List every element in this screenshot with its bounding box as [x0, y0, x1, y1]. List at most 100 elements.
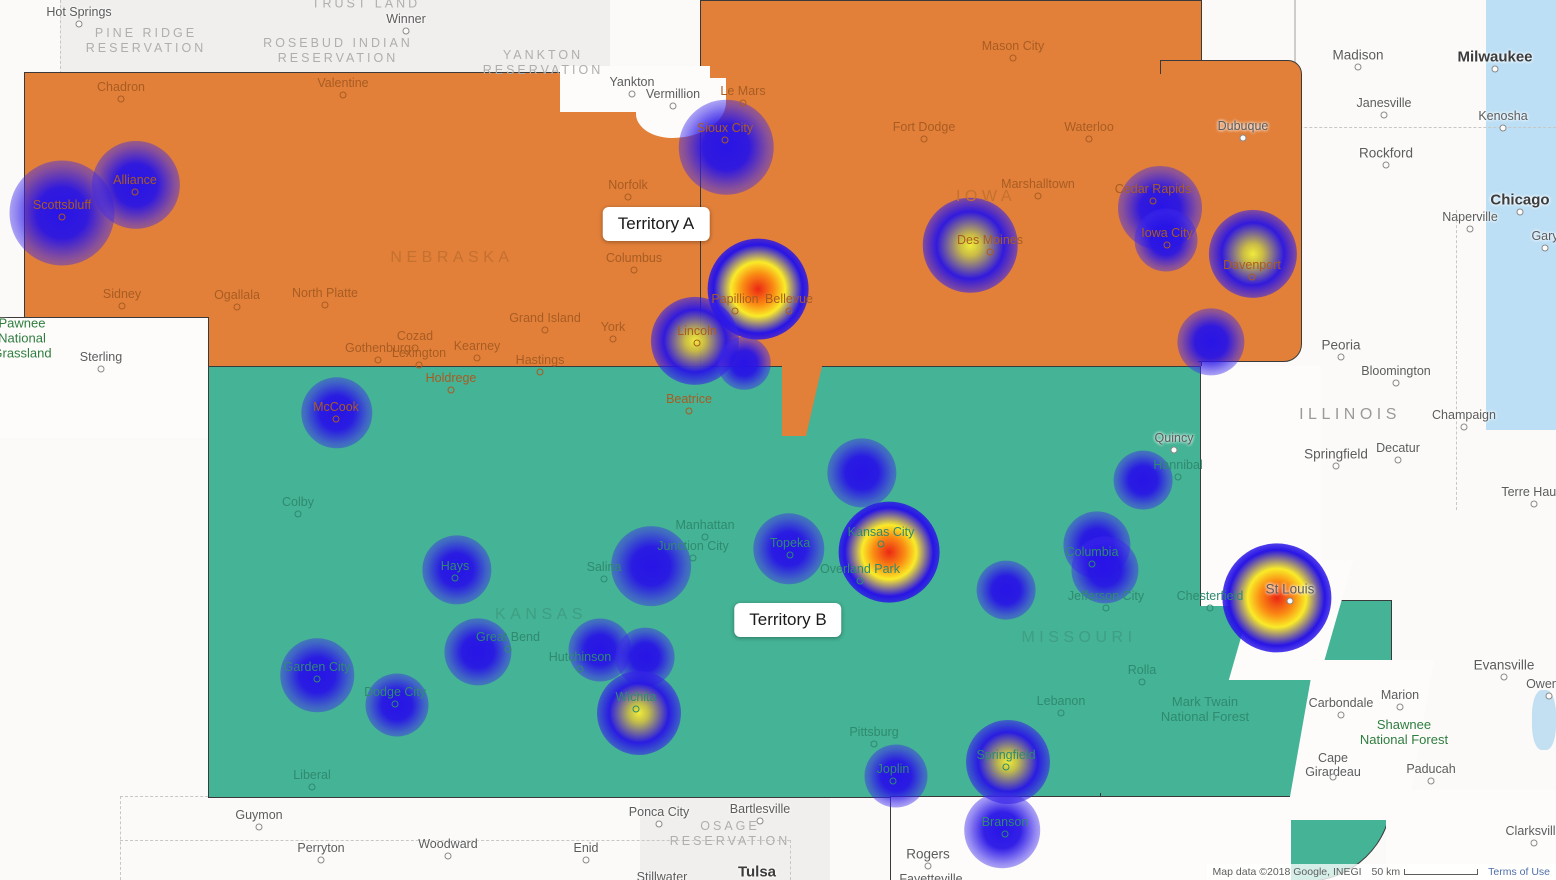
city-label: Rockford — [1358, 145, 1414, 161]
city-marker-dot — [1239, 134, 1247, 142]
city-marker-dot — [924, 862, 932, 870]
city-label: Woodward — [418, 837, 478, 851]
city-label: Columbus — [605, 251, 663, 265]
city-marker-dot — [1170, 446, 1178, 454]
city-marker-dot — [339, 91, 347, 99]
city-label: Sidney — [102, 287, 142, 301]
city-label: Waterloo — [1064, 120, 1114, 134]
city-marker-dot — [1466, 225, 1474, 233]
map-canvas[interactable]: NEBRASKA IOWA ILLINOIS KANSAS MISSOURI TRUST… — [0, 0, 1556, 880]
city-label: Mason City — [981, 39, 1045, 53]
city-label: Guymon — [235, 808, 283, 822]
city-marker-dot — [1085, 135, 1093, 143]
city-label: Chadron — [97, 80, 145, 94]
city-label: McCook — [313, 400, 359, 414]
city-marker-dot — [374, 356, 382, 364]
city-label: Chicago — [1490, 191, 1550, 209]
city-label: Decatur — [1376, 441, 1420, 455]
city-label: Lexington — [391, 346, 447, 360]
city-label: Rogers — [906, 846, 950, 862]
city-label: York — [600, 320, 626, 334]
city-marker-dot — [541, 326, 549, 334]
city-label: Le Mars — [720, 84, 766, 98]
city-marker-dot — [1057, 709, 1065, 717]
city-marker-dot — [689, 554, 697, 562]
city-label: Hot Springs — [46, 5, 112, 19]
city-marker-dot — [721, 136, 729, 144]
city-label: Marshalltown — [1001, 177, 1075, 191]
city-marker-dot — [1541, 244, 1549, 252]
city-marker-dot — [1088, 560, 1096, 568]
city-marker-dot — [1396, 703, 1404, 711]
city-label: Bloomington — [1361, 364, 1431, 378]
city-label: Hays — [440, 559, 470, 573]
city-label: Davenport — [1223, 258, 1281, 272]
city-label: Gary — [1531, 229, 1556, 243]
terms-link[interactable]: Terms of Use — [1488, 866, 1550, 878]
city-label: Stillwater — [636, 870, 688, 880]
city-marker-dot — [131, 188, 139, 196]
city-label: Des Moines — [957, 233, 1023, 247]
city-marker-dot — [856, 577, 864, 585]
city-label: Overland Park — [820, 562, 900, 576]
city-label: Ogallala — [214, 288, 260, 302]
city-label: Naperville — [1442, 210, 1498, 224]
city-marker-dot — [294, 510, 302, 518]
city-marker-dot — [1354, 63, 1362, 71]
city-marker-dot — [786, 551, 794, 559]
city-label: Manhattan — [675, 518, 735, 532]
city-marker-dot — [1382, 161, 1390, 169]
city-marker-dot — [1332, 462, 1340, 470]
territory-b-label-chip[interactable]: Territory B — [734, 603, 842, 637]
territory-b-label-text: Territory B — [749, 610, 827, 629]
city-marker-dot — [447, 386, 455, 394]
city-marker-dot — [877, 540, 885, 548]
city-marker-dot — [1102, 604, 1110, 612]
state-label: NEBRASKA — [390, 249, 514, 266]
reservation-label: OSAGE RESERVATION — [669, 819, 791, 848]
city-label: Kearney — [453, 339, 501, 353]
territory-b-seam-fill-2 — [211, 369, 1205, 793]
city-label: Colby — [282, 495, 314, 509]
city-marker-dot — [731, 307, 739, 315]
city-label: Norfolk — [608, 178, 648, 192]
city-label: Rolla — [1127, 663, 1157, 677]
city-label: Papillion — [711, 292, 759, 306]
city-marker-dot — [1380, 111, 1388, 119]
city-marker-dot — [255, 823, 263, 831]
territory-a-label-chip[interactable]: Territory A — [602, 207, 710, 241]
city-marker-dot — [1001, 830, 1009, 838]
city-marker-dot — [685, 407, 693, 415]
city-label: Joplin — [876, 762, 910, 776]
city-marker-dot — [920, 135, 928, 143]
grid-line-4 — [1456, 210, 1457, 510]
city-marker-dot — [117, 95, 125, 103]
city-marker-dot — [233, 303, 241, 311]
city-label: Junction City — [657, 539, 729, 553]
city-label: Quincy — [1154, 431, 1194, 445]
city-marker-dot — [628, 90, 636, 98]
city-label: Holdrege — [425, 371, 477, 385]
city-label: Hutchinson — [548, 650, 612, 664]
reservation-label: TRUST LAND — [311, 0, 421, 11]
city-marker-dot — [756, 817, 764, 825]
city-label: Vermillion — [645, 87, 701, 101]
city-marker-dot — [1337, 353, 1345, 361]
city-marker-dot — [415, 361, 423, 369]
city-marker-dot — [669, 102, 677, 110]
city-label: Iowa City — [1141, 226, 1193, 240]
city-label: Garden City — [283, 660, 351, 674]
city-label: Pittsburg — [849, 725, 899, 739]
city-label: Carbondale — [1308, 696, 1374, 710]
city-marker-dot — [97, 365, 105, 373]
forest-label: Mark Twain National Forest — [1160, 694, 1250, 724]
city-label: Terre Haute — [1501, 485, 1556, 499]
city-marker-dot — [1286, 597, 1294, 605]
city-label: Bellevue — [765, 292, 813, 306]
attribution-bar: Map data ©2018 Google, INEGI 50 km Terms… — [1206, 864, 1556, 880]
city-label: Milwaukee — [1457, 48, 1533, 66]
city-marker-dot — [1248, 273, 1256, 281]
city-label: Branson — [981, 815, 1029, 829]
city-label: Chesterfield — [1176, 589, 1244, 603]
grid-line-5 — [120, 796, 121, 880]
